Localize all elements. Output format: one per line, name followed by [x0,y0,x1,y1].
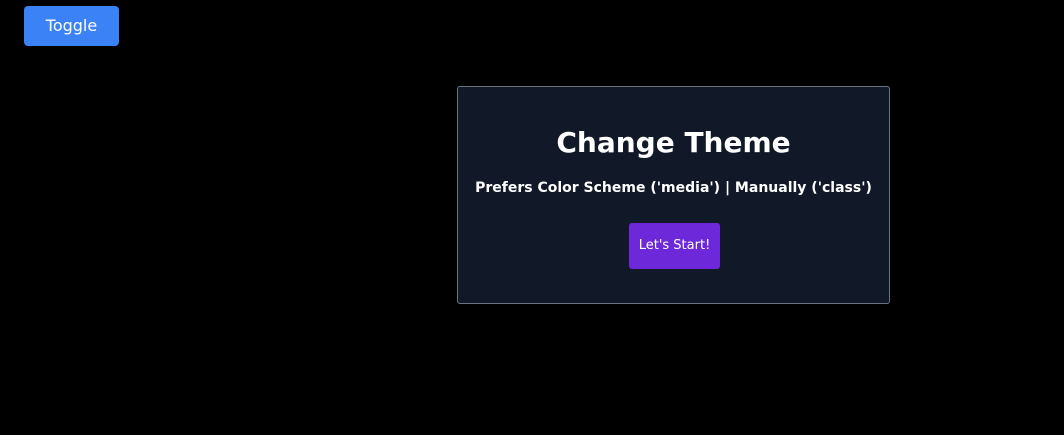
card-subtitle: Prefers Color Scheme ('media') | Manuall… [475,180,872,196]
card-title: Change Theme [556,126,791,159]
toggle-button[interactable]: Toggle [24,6,119,46]
theme-card: Change Theme Prefers Color Scheme ('medi… [457,86,890,304]
lets-start-button[interactable]: Let's Start! [629,223,720,269]
